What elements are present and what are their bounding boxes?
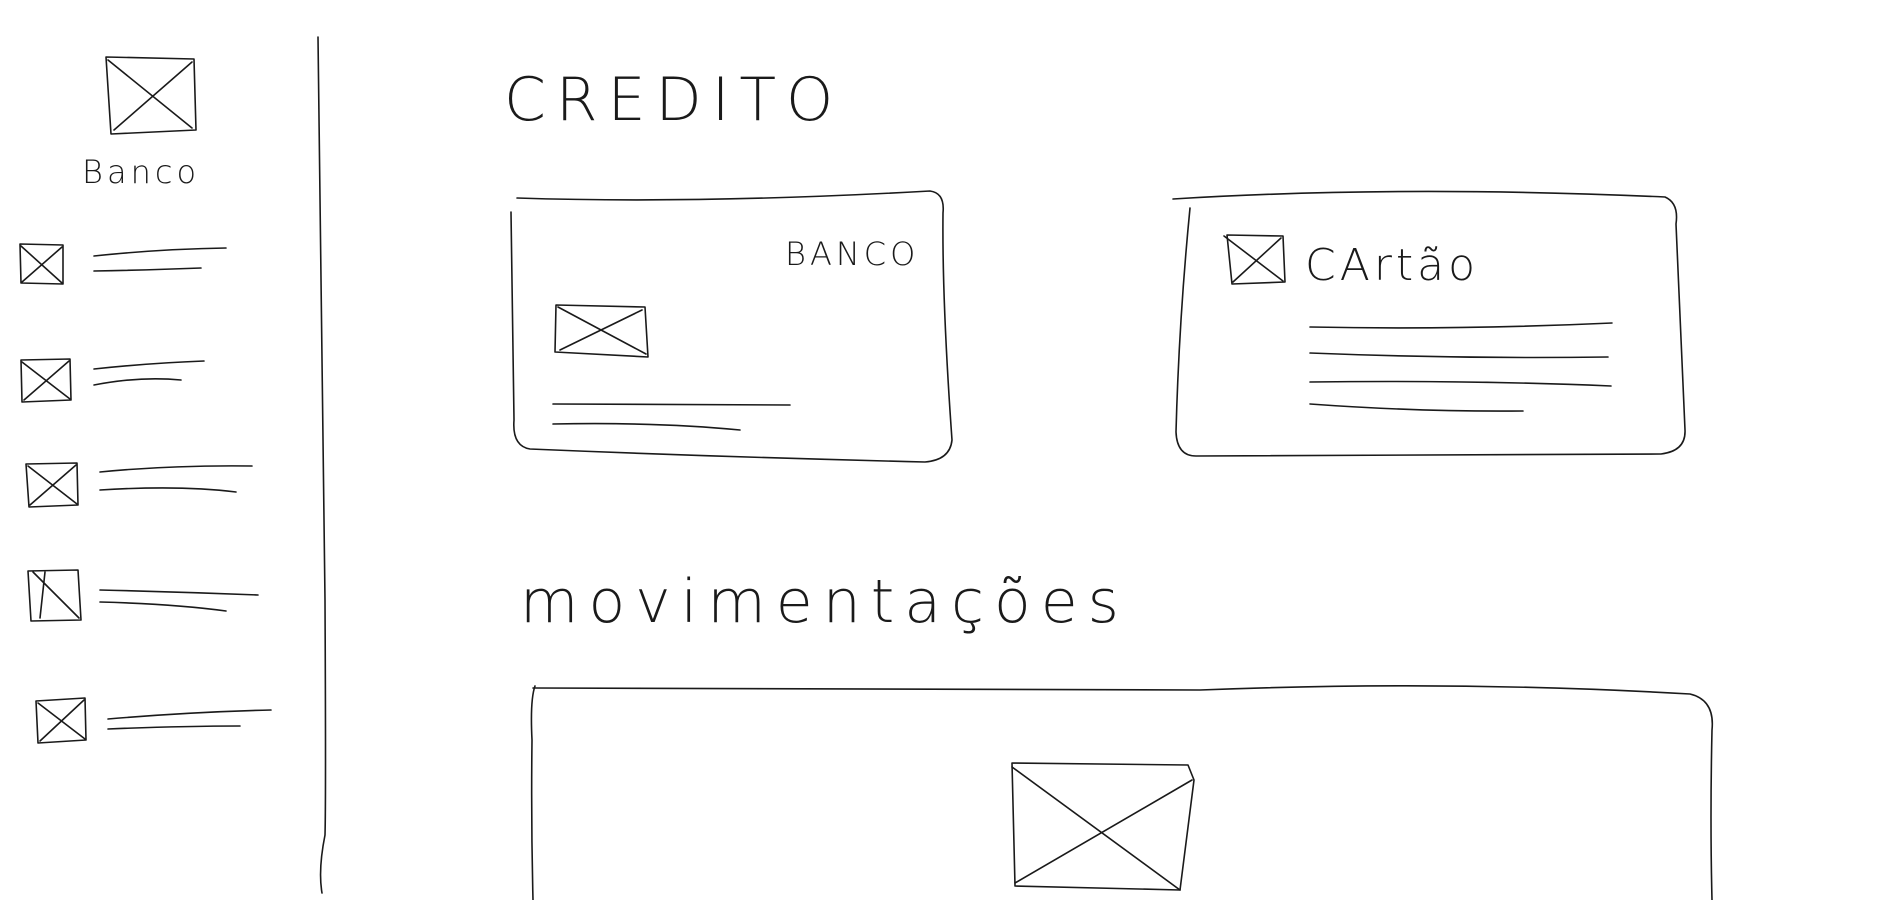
page-title: CREDITO (504, 65, 843, 135)
sidebar-item-5[interactable] (35, 697, 272, 744)
placeholder-image-icon (27, 569, 82, 622)
credit-card-line-1 (1309, 322, 1613, 329)
sidebar-item-1-line-2 (93, 267, 202, 272)
sidebar-item-3[interactable] (25, 462, 253, 508)
sidebar-item-1-line-1 (93, 247, 227, 257)
placeholder-image-icon (25, 462, 79, 508)
sidebar-item-5-line-1 (107, 709, 272, 720)
sidebar-item-2-line-2 (93, 377, 182, 386)
sidebar-item-4-line-2 (99, 601, 227, 612)
placeholder-image-icon (20, 358, 72, 403)
sidebar-divider (317, 36, 327, 894)
sidebar-item-2-line-1 (93, 360, 205, 370)
bank-card[interactable]: BANCO (510, 190, 953, 463)
movements-title: movimentações (520, 567, 1129, 637)
credit-card-panel[interactable]: CArtão (1172, 190, 1686, 457)
sidebar-item-3-line-2 (99, 487, 237, 493)
wireframe-sketch: Banco CREDITO BANCO CArtão movimentações (19, 36, 1714, 900)
sidebar-item-3-line-1 (99, 465, 253, 473)
sidebar-item-4[interactable] (27, 569, 259, 622)
sidebar-item-5-line-2 (107, 725, 241, 730)
placeholder-image-icon (554, 304, 649, 358)
bank-card-line-2 (552, 422, 741, 431)
credit-card-title: CArtão (1305, 240, 1479, 291)
placeholder-image-icon (19, 243, 64, 285)
sidebar-item-4-line-1 (99, 589, 259, 596)
bank-card-line-1 (552, 403, 791, 406)
credit-card-line-3 (1309, 380, 1612, 387)
placeholder-image-icon (1223, 234, 1286, 285)
placeholder-image-icon (35, 697, 87, 744)
sidebar-item-1[interactable] (19, 243, 227, 285)
credit-card-line-2 (1309, 352, 1609, 359)
bank-card-label: BANCO (785, 235, 919, 273)
movements-panel (530, 685, 1714, 900)
placeholder-image-icon (1011, 762, 1195, 891)
brand-logo-icon (105, 56, 197, 135)
sidebar: Banco (19, 56, 272, 744)
credit-card-line-4 (1309, 403, 1524, 412)
sidebar-item-2[interactable] (20, 358, 205, 403)
brand-label: Banco (82, 153, 200, 191)
